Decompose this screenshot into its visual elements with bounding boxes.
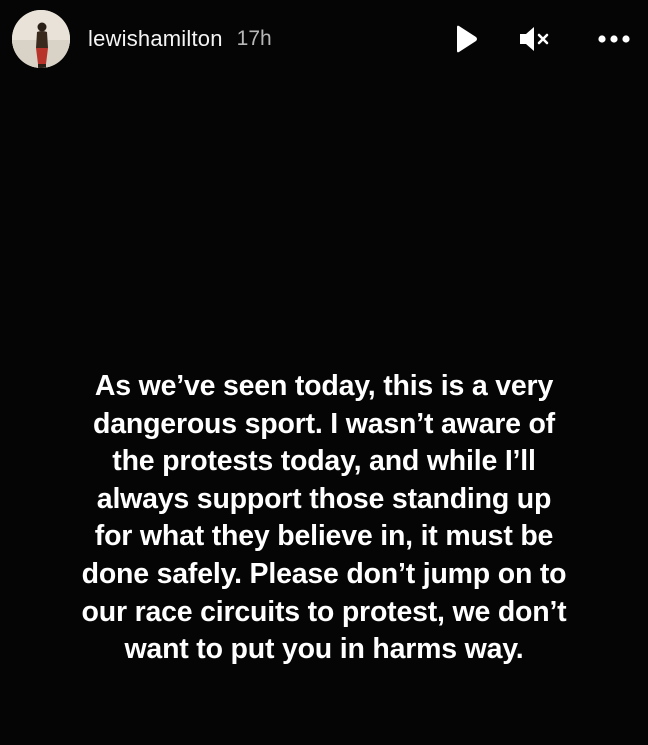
caption-line: want to put you in harms way. xyxy=(124,633,524,666)
more-options-button[interactable] xyxy=(594,19,634,59)
caption-line: our race circuits to protest, we don’t xyxy=(81,595,567,628)
caption-line: done safely. Please don’t jump on to xyxy=(81,557,567,590)
story-header: lewishamilton 17h xyxy=(12,10,636,68)
story-view[interactable]: lewishamilton 17h As we’ve seen today, t… xyxy=(0,0,648,745)
caption-line: As we’ve seen today, this is a very xyxy=(94,370,554,402)
play-icon xyxy=(457,25,477,53)
avatar-image xyxy=(12,10,70,68)
story-caption: As we’ve seen today, this is a very dang… xyxy=(14,368,634,669)
profile-avatar[interactable] xyxy=(12,10,70,68)
volume-muted-icon xyxy=(520,27,549,51)
caption-line: the protests today, and while I’ll xyxy=(112,445,536,478)
mute-button[interactable] xyxy=(516,19,552,59)
caption-line: always support those standing up xyxy=(96,482,552,515)
username[interactable]: lewishamilton xyxy=(88,26,223,52)
caption-line: for what they believe in, it must be xyxy=(94,520,554,553)
story-controls xyxy=(448,10,636,68)
play-button[interactable] xyxy=(448,19,484,59)
post-timestamp: 17h xyxy=(236,27,272,50)
more-options-icon xyxy=(598,35,630,43)
caption-line: dangerous sport. I wasn’t aware of xyxy=(93,407,555,440)
